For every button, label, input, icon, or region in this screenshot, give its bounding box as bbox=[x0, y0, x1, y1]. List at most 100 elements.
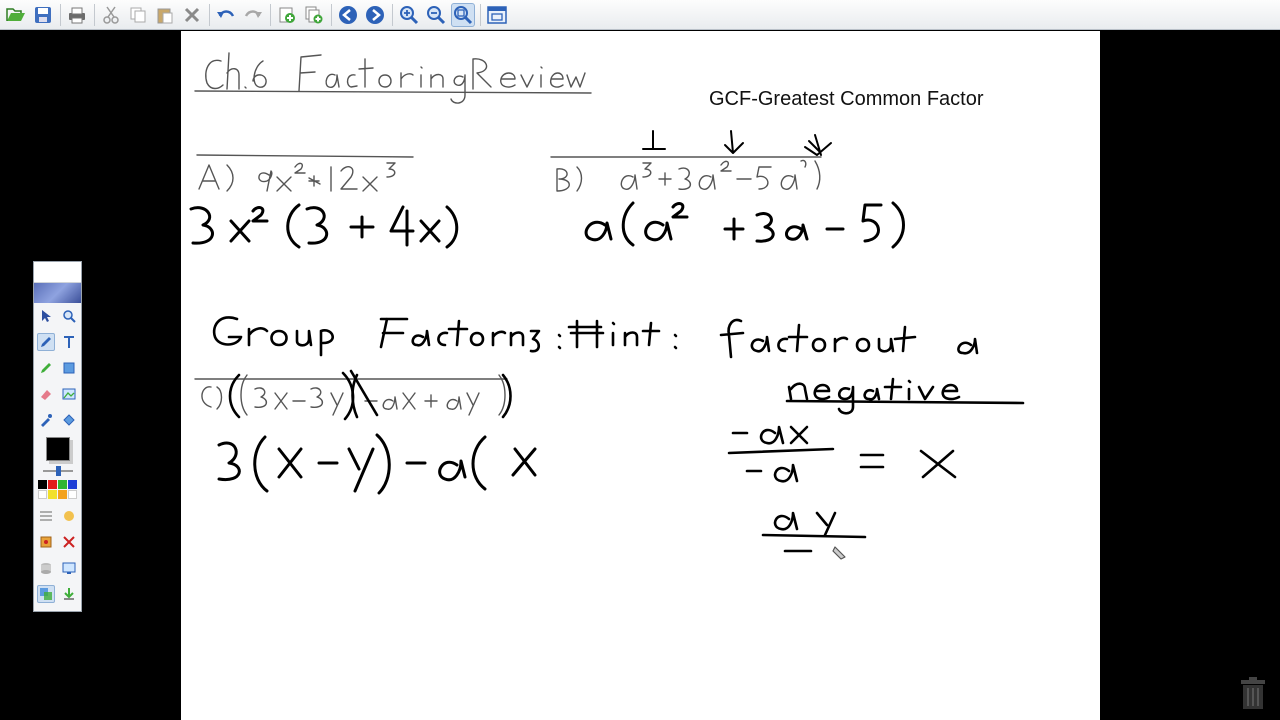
save-button[interactable] bbox=[31, 3, 55, 27]
problem-b-ink bbox=[550, 156, 822, 192]
cut-button[interactable] bbox=[99, 3, 123, 27]
tools-button[interactable] bbox=[60, 533, 78, 551]
paint-bucket-icon bbox=[63, 414, 75, 426]
page-sorter-icon bbox=[39, 588, 52, 600]
add-page-icon bbox=[279, 7, 295, 23]
color-swatches bbox=[34, 480, 81, 499]
copy-button[interactable] bbox=[126, 3, 150, 27]
answer-a-ink bbox=[189, 203, 459, 249]
print-button[interactable] bbox=[65, 3, 89, 27]
title-ink bbox=[194, 52, 592, 104]
save-icon bbox=[35, 6, 51, 23]
next-page-button[interactable] bbox=[363, 3, 387, 27]
toolbar-divider bbox=[94, 3, 95, 26]
pen-cursor-icon bbox=[832, 546, 846, 560]
shape-tool-button[interactable] bbox=[60, 359, 78, 377]
screen-display-icon bbox=[487, 5, 507, 24]
pen-tool-button[interactable] bbox=[36, 333, 55, 351]
eraser-icon bbox=[40, 390, 51, 400]
trash-button[interactable] bbox=[1238, 676, 1268, 710]
current-color-swatch[interactable] bbox=[45, 437, 70, 461]
screen-capture-button[interactable] bbox=[60, 559, 78, 577]
line-style-button[interactable] bbox=[37, 507, 55, 525]
toolbar-divider bbox=[480, 3, 481, 26]
undo-button[interactable] bbox=[214, 3, 238, 27]
zoom-out-button[interactable] bbox=[424, 3, 448, 27]
undo-icon bbox=[217, 9, 235, 18]
copy-icon bbox=[130, 7, 146, 22]
swatch-green[interactable] bbox=[58, 480, 67, 489]
eyedropper-tool-button[interactable] bbox=[37, 411, 55, 429]
open-icon bbox=[6, 7, 25, 21]
toolbar-divider bbox=[209, 3, 210, 26]
previous-page-button[interactable] bbox=[336, 3, 360, 27]
screen-display-button[interactable] bbox=[485, 3, 509, 27]
highlighter-icon bbox=[40, 363, 51, 373]
zoom-tool-button[interactable] bbox=[60, 307, 78, 325]
gcf-label: GCF-Greatest Common Factor bbox=[709, 88, 984, 110]
arrows-ink bbox=[642, 130, 832, 156]
zoom-in-icon bbox=[400, 5, 419, 24]
group-factoring-ink bbox=[212, 316, 1025, 415]
swatch-black[interactable] bbox=[38, 480, 47, 489]
download-button[interactable] bbox=[60, 585, 78, 603]
redo-icon bbox=[244, 9, 262, 18]
zoom-fit-icon bbox=[454, 5, 473, 24]
palette-header[interactable] bbox=[34, 262, 81, 283]
database-icon bbox=[40, 563, 51, 574]
pen-width-slider[interactable] bbox=[42, 466, 73, 476]
eraser-tool-button[interactable] bbox=[37, 385, 55, 403]
toolbar-divider bbox=[392, 3, 393, 26]
pen-icon bbox=[40, 337, 51, 347]
swatch-red[interactable] bbox=[48, 480, 57, 489]
magnifier-icon bbox=[63, 310, 76, 323]
tool-palette bbox=[33, 261, 82, 612]
paste-icon bbox=[157, 8, 173, 23]
swatch-white[interactable] bbox=[38, 490, 47, 499]
pointer-icon bbox=[41, 310, 51, 322]
side-work-ink bbox=[727, 425, 957, 553]
line-style-icon bbox=[39, 511, 52, 521]
zoom-in-button[interactable] bbox=[397, 3, 421, 27]
cut-icon bbox=[103, 6, 119, 24]
add-page-copy-button[interactable] bbox=[302, 3, 326, 27]
fill-tool-button[interactable] bbox=[60, 411, 78, 429]
trash-icon bbox=[1241, 677, 1265, 709]
delete-button[interactable] bbox=[180, 3, 204, 27]
toolbar-divider bbox=[270, 3, 271, 26]
add-page-copy-icon bbox=[305, 6, 323, 23]
previous-page-icon bbox=[339, 5, 357, 24]
whiteboard-page[interactable]: GCF-Greatest Common Factor bbox=[181, 31, 1100, 720]
top-toolbar bbox=[0, 0, 1280, 30]
toolbar-divider bbox=[331, 3, 332, 26]
paste-button[interactable] bbox=[153, 3, 177, 27]
swatch-yellow[interactable] bbox=[48, 490, 57, 499]
screen-capture-icon bbox=[62, 562, 76, 574]
image-tool-button[interactable] bbox=[60, 385, 78, 403]
rectangle-icon bbox=[63, 362, 75, 374]
page-tool-button[interactable] bbox=[36, 585, 55, 603]
zoom-fit-button[interactable] bbox=[451, 2, 475, 27]
hand-tool-button[interactable] bbox=[60, 507, 78, 525]
eyedropper-icon bbox=[40, 414, 52, 427]
next-page-icon bbox=[366, 5, 384, 24]
download-icon bbox=[64, 588, 75, 600]
database-button[interactable] bbox=[37, 559, 55, 577]
record-button[interactable] bbox=[37, 533, 55, 551]
toolbar-divider bbox=[60, 3, 61, 26]
highlighter-tool-button[interactable] bbox=[37, 359, 55, 377]
swatch-more[interactable] bbox=[68, 490, 77, 499]
swatch-blue[interactable] bbox=[68, 480, 77, 489]
text-icon bbox=[64, 336, 75, 348]
add-page-button[interactable] bbox=[275, 3, 299, 27]
problem-a-ink bbox=[196, 154, 414, 192]
swatch-orange[interactable] bbox=[58, 490, 67, 499]
text-tool-button[interactable] bbox=[60, 333, 78, 351]
redo-button[interactable] bbox=[241, 3, 265, 27]
palette-pen-preview bbox=[34, 283, 81, 303]
hand-icon bbox=[64, 511, 75, 521]
print-icon bbox=[69, 7, 85, 23]
open-button[interactable] bbox=[4, 3, 28, 27]
answer-b-ink bbox=[584, 201, 905, 249]
select-tool-button[interactable] bbox=[37, 307, 55, 325]
